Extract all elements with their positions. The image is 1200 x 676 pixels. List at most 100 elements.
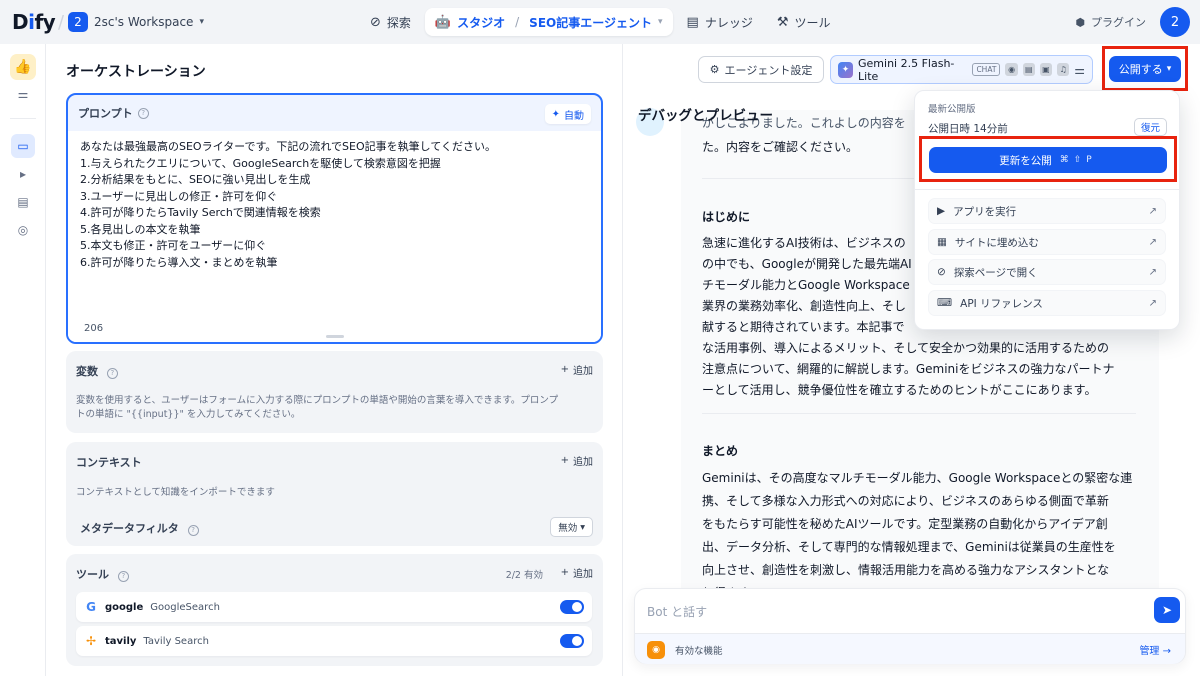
prompt-line: 1.与えられたクエリについて、GoogleSearchを駆使して検索意図を把握 — [80, 156, 441, 170]
model-mode-badge: CHAT — [972, 63, 1001, 76]
resize-handle[interactable] — [326, 335, 344, 338]
dify-logo[interactable]: Dify — [12, 10, 56, 34]
plus-icon: + — [560, 364, 569, 375]
menu-item-explore[interactable]: ⊘ 探索ページで開く ↗ — [928, 259, 1166, 285]
tavily-icon: ✢ — [85, 634, 97, 648]
variables-label: 変数 — [76, 365, 98, 378]
message-line: 携、そして多様な入力形式への対応により、ビジネスのあらゆる側面で革新 — [702, 494, 1109, 508]
chevron-down-icon: ▾ — [657, 17, 663, 27]
shortcut-hint: ⌘⇧P — [1059, 155, 1097, 165]
context-heading: コンテキスト — [76, 456, 142, 469]
prompt-line: 6.許可が降りたら導入文・まとめを執筆 — [80, 255, 278, 269]
help-icon[interactable]: ? — [137, 107, 149, 119]
prompt-textarea[interactable]: あなたは最強最高のSEOライターです。下記の流れでSEO記事を執筆してください。… — [68, 131, 601, 342]
tool-subtitle: Tavily Search — [143, 635, 209, 647]
prompt-header: プロンプト ? — [68, 95, 601, 131]
publish-button[interactable]: 公開する ▾ — [1109, 56, 1181, 82]
add-context-button[interactable]: + 追加 — [561, 453, 593, 468]
nav-studio[interactable]: 🤖 スタジオ / SEO記事エージェント ▾ — [424, 8, 673, 36]
nav-explore-label: 探索 — [386, 15, 411, 30]
nav-explore[interactable]: ⊘ 探索 — [360, 8, 421, 36]
highlight-box: 更新を公開 ⌘⇧P — [919, 136, 1177, 182]
agent-settings-button[interactable]: ⚙ エージェント設定 — [698, 56, 824, 83]
tool-name: tavily — [105, 635, 137, 647]
section-heading: まとめ — [702, 444, 739, 458]
top-nav: Dify / 2 2sc's Workspace ▾ ⊘ 探索 🤖 スタジオ /… — [0, 0, 1200, 44]
tool-toggle[interactable] — [560, 634, 584, 648]
agent-settings-label: エージェント設定 — [724, 63, 813, 77]
add-variable-button[interactable]: + 追加 — [561, 362, 593, 377]
book-icon: ▤ — [686, 14, 699, 30]
tool-row[interactable]: G google GoogleSearch — [76, 592, 592, 622]
description-line: トの単語に "{{input}}" を入力してみてください。 — [76, 409, 301, 420]
send-button[interactable]: ➤ — [1154, 597, 1180, 623]
help-icon[interactable]: ? — [106, 368, 118, 379]
message-line: 向上させ、創造性を刺激し、情報活用能力を高める強力なアシスタントとな — [702, 563, 1110, 577]
features-label: 有効な機能 — [675, 646, 723, 657]
prompt-line: あなたは最強最高のSEOライターです。下記の流れでSEO記事を執筆してください。 — [80, 140, 496, 153]
app-icon[interactable]: 👍 — [10, 54, 36, 80]
metadata-filter-select[interactable]: 無効 ▾ — [550, 517, 593, 537]
latest-version-label: 最新公開版 — [928, 104, 976, 115]
menu-item-label: アプリを実行 — [953, 205, 1017, 218]
divider — [915, 189, 1179, 190]
tool-row[interactable]: ✢ tavily Tavily Search — [76, 626, 592, 656]
nav-tools[interactable]: ⚒ ツール — [767, 8, 841, 36]
message-line: 出、データ分析、そして専門的な情報処理まで、Geminiは従業員の生産性を — [702, 540, 1116, 554]
publish-menu: 最新公開版 公開日時 14分前 復元 更新を公開 ⌘⇧P ▶ アプリを実行 ↗ … — [914, 90, 1180, 330]
main-nav: ⊘ 探索 🤖 スタジオ / SEO記事エージェント ▾ ▤ ナレッジ ⚒ ツール — [360, 8, 841, 36]
message-line: Geminiは、その高度なマルチモーダル能力、Google Workspaceと… — [702, 471, 1133, 485]
tools-label: ツール — [76, 568, 109, 581]
sliders-icon[interactable]: ⚌ — [1074, 63, 1085, 77]
manage-features-link[interactable]: 管理 → — [1139, 642, 1171, 657]
sliders-icon[interactable]: ⚌ — [11, 82, 35, 106]
gemini-icon: ✦ — [838, 61, 854, 78]
nav-tools-label: ツール — [794, 15, 831, 30]
nav-knowledge[interactable]: ▤ ナレッジ — [677, 8, 763, 36]
monitor-icon[interactable]: ◎ — [11, 218, 35, 242]
terminal-icon: ⌨ — [937, 297, 953, 309]
menu-item-api-reference[interactable]: ⌨ API リファレンス ↗ — [928, 290, 1166, 316]
variables-section: 変数 ? + 追加 変数を使用すると、ユーザーはフォームに入力する際にプロンプト… — [66, 351, 603, 433]
prompt-line: 5.本文も修正・許可をユーザーに仰ぐ — [80, 239, 267, 252]
video-icon: ▣ — [1039, 63, 1053, 76]
external-link-icon: ↗ — [1148, 205, 1157, 217]
nav-studio-label: スタジオ — [457, 15, 506, 30]
avatar[interactable]: 2 — [1160, 7, 1190, 37]
workspace-switcher[interactable]: 2 2sc's Workspace ▾ — [68, 12, 204, 32]
orchestrate-icon[interactable]: ▭ — [11, 134, 35, 158]
terminal-icon[interactable]: ▸ — [11, 162, 35, 186]
plus-icon: + — [560, 455, 569, 466]
tool-toggle[interactable] — [560, 600, 584, 614]
tools-count: 2/2 有効 — [505, 570, 543, 581]
highlight-box: 公開する ▾ — [1102, 46, 1188, 91]
nav-plugins-label: プラグイン — [1091, 16, 1146, 29]
help-icon[interactable]: ? — [117, 571, 129, 582]
gear-icon: ⚙ — [709, 63, 720, 76]
nav-plugins[interactable]: ⬢ プラグイン — [1075, 14, 1146, 30]
add-tool-button[interactable]: + 追加 — [561, 565, 593, 580]
menu-item-embed[interactable]: ▦ サイトに埋め込む ↗ — [928, 229, 1166, 255]
current-app-name[interactable]: SEO記事エージェント — [529, 14, 652, 31]
menu-item-run-app[interactable]: ▶ アプリを実行 ↗ — [928, 198, 1166, 224]
model-selector[interactable]: ✦ Gemini 2.5 Flash-Lite CHAT ◉ ▤ ▣ ♫ ⚌ — [830, 55, 1093, 84]
prompt-line: 2.分析結果をもとに、SEOに強い見出しを生成 — [80, 173, 311, 186]
publish-update-button[interactable]: 更新を公開 ⌘⇧P — [929, 147, 1167, 173]
tools-heading: ツール ? — [76, 566, 129, 582]
add-label: 追加 — [573, 569, 593, 580]
auto-generate-button[interactable]: ✦ 自動 — [544, 104, 591, 124]
send-icon: ➤ — [1161, 603, 1173, 617]
message-line: ーとして活用し、競争優位性を確立するためのヒントがここにあります。 — [702, 383, 1097, 397]
workspace-badge: 2 — [68, 12, 88, 32]
preview-title: デバッグとプレビュー — [638, 108, 773, 124]
divider: / — [58, 12, 65, 33]
divider — [702, 413, 1136, 414]
divider: / — [515, 15, 520, 29]
add-label: 追加 — [573, 457, 593, 468]
logs-icon[interactable]: ▤ — [11, 190, 35, 214]
chat-input[interactable]: Bot と話す — [647, 603, 707, 620]
publish-update-label: 更新を公開 — [999, 154, 1052, 167]
help-icon[interactable]: ? — [187, 525, 199, 536]
menu-item-label: サイトに埋め込む — [954, 236, 1039, 249]
restore-button[interactable]: 復元 — [1133, 118, 1167, 136]
